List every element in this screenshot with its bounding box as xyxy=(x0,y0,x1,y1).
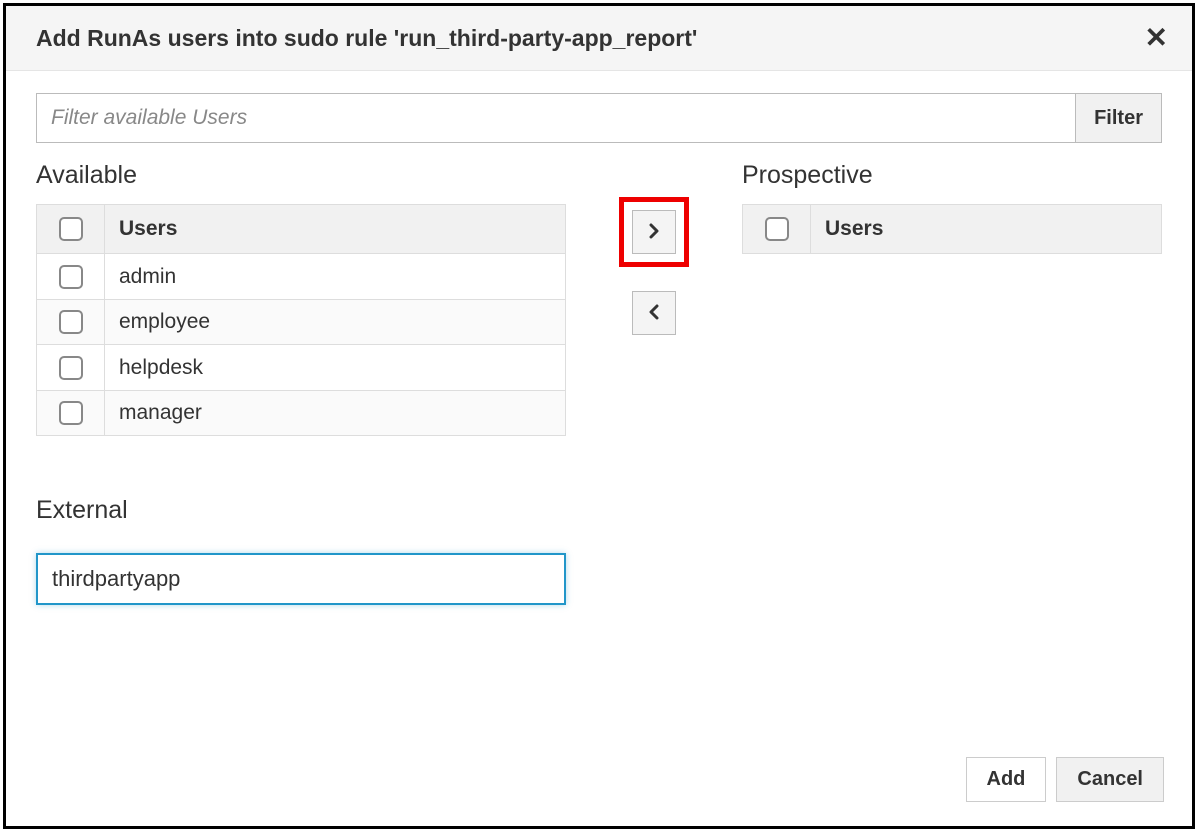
user-cell[interactable]: manager xyxy=(105,390,566,435)
available-table: Users admin employee xyxy=(36,204,566,436)
row-checkbox[interactable] xyxy=(59,401,83,425)
available-users-header: Users xyxy=(105,205,566,254)
dialog-title: Add RunAs users into sudo rule 'run_thir… xyxy=(36,25,697,52)
add-button[interactable]: Add xyxy=(966,757,1047,802)
prospective-checkall-checkbox[interactable] xyxy=(765,217,789,241)
cancel-button[interactable]: Cancel xyxy=(1056,757,1164,802)
row-checkbox[interactable] xyxy=(59,310,83,334)
dialog-container: Add RunAs users into sudo rule 'run_thir… xyxy=(3,3,1195,829)
filter-input[interactable] xyxy=(36,93,1076,143)
row-checkbox[interactable] xyxy=(59,265,83,289)
prospective-checkall-header xyxy=(743,205,811,254)
chevron-left-icon xyxy=(646,300,662,326)
table-row: helpdesk xyxy=(37,345,566,390)
external-input[interactable] xyxy=(36,553,566,605)
dialog-body: Filter Available Users xyxy=(6,71,1192,743)
dialog-header: Add RunAs users into sudo rule 'run_thir… xyxy=(6,6,1192,71)
row-checkbox[interactable] xyxy=(59,356,83,380)
dialog-footer: Add Cancel xyxy=(6,743,1192,826)
prospective-table: Users xyxy=(742,204,1162,254)
available-checkall-checkbox[interactable] xyxy=(59,217,83,241)
filter-row: Filter xyxy=(36,93,1162,143)
external-section: External xyxy=(36,496,566,605)
user-cell[interactable]: admin xyxy=(105,254,566,299)
table-row: admin xyxy=(37,254,566,299)
prospective-column: Prospective Users xyxy=(742,161,1162,254)
available-checkall-header xyxy=(37,205,105,254)
move-right-button[interactable] xyxy=(632,210,676,254)
table-row: employee xyxy=(37,299,566,344)
filter-button[interactable]: Filter xyxy=(1076,93,1162,143)
user-cell[interactable]: helpdesk xyxy=(105,345,566,390)
arrows-column xyxy=(566,161,742,335)
available-column: Available Users admin xyxy=(36,161,566,605)
close-icon[interactable]: ✕ xyxy=(1145,24,1168,52)
columns-container: Available Users admin xyxy=(36,161,1162,605)
available-heading: Available xyxy=(36,161,566,190)
chevron-right-icon xyxy=(646,219,662,245)
table-row: manager xyxy=(37,390,566,435)
move-left-button[interactable] xyxy=(632,291,676,335)
prospective-heading: Prospective xyxy=(742,161,1162,190)
user-cell[interactable]: employee xyxy=(105,299,566,344)
prospective-users-header: Users xyxy=(811,205,1162,254)
arrow-right-highlight xyxy=(619,197,689,267)
external-heading: External xyxy=(36,496,566,525)
